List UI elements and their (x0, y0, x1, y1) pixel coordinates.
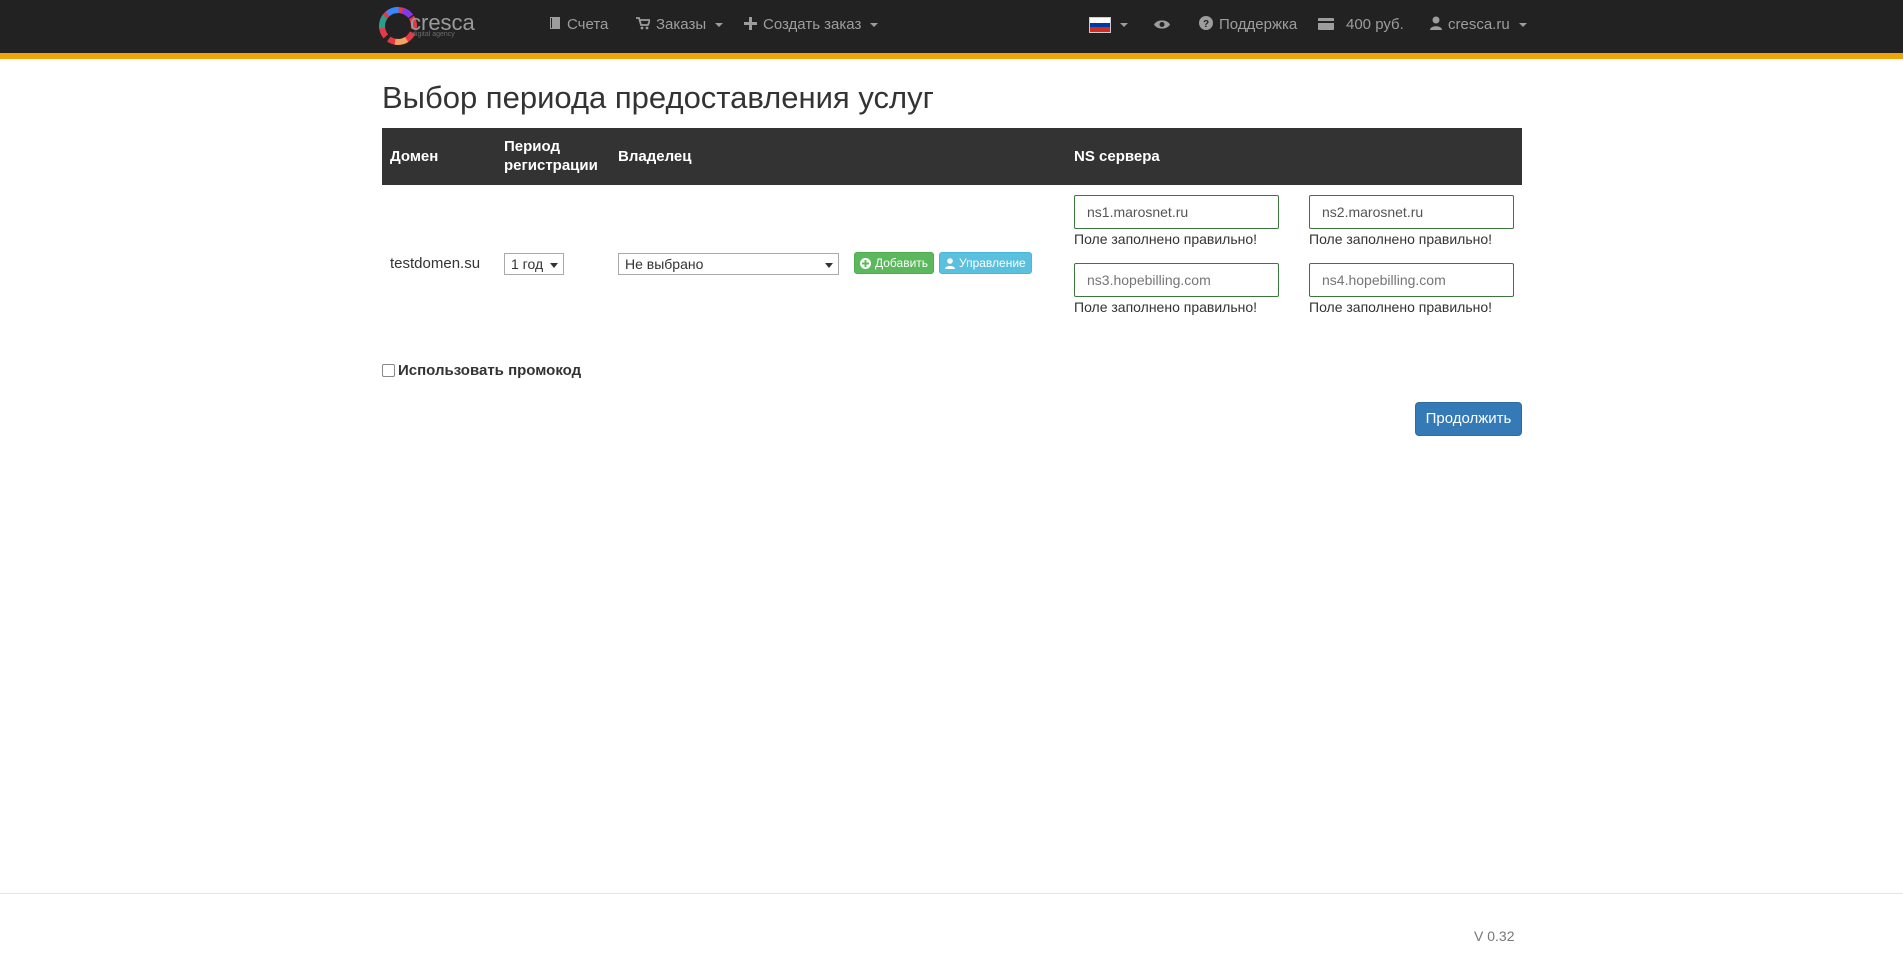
question-circle-icon: ? (1199, 0, 1213, 50)
navbar-accent-bar (0, 53, 1903, 59)
chevron-down-icon (550, 263, 558, 268)
book-icon (549, 0, 561, 50)
chevron-down-icon (715, 23, 724, 27)
header-period-line2: регистрации (504, 157, 598, 174)
owner-select-value: Не выбрано (625, 256, 704, 272)
preview-toggle[interactable] (1154, 0, 1170, 50)
promo-label[interactable]: Использовать промокод (398, 362, 581, 379)
plus-icon (744, 0, 757, 50)
user-icon (945, 257, 955, 269)
chevron-down-icon (1120, 23, 1128, 27)
promo-checkbox[interactable] (382, 364, 395, 377)
header-ns: NS сервера (1074, 148, 1160, 165)
chevron-down-icon (825, 263, 833, 268)
ns2-input[interactable] (1309, 195, 1514, 229)
owner-select[interactable]: Не выбрано (618, 253, 839, 275)
chevron-down-icon (870, 23, 879, 27)
nav-orders-label: Заказы (656, 16, 707, 33)
language-switcher[interactable] (1089, 0, 1128, 50)
footer-divider (0, 893, 1903, 894)
ns4-input[interactable] (1309, 263, 1514, 297)
ns3-input[interactable] (1074, 263, 1279, 297)
russian-flag-icon (1089, 17, 1111, 33)
credit-card-icon (1318, 0, 1334, 50)
nav-accounts-label: Счета (567, 16, 609, 33)
header-domain: Домен (390, 148, 439, 165)
nav-support[interactable]: ? Поддержка (1199, 0, 1297, 50)
ns2-help: Поле заполнено правильно! (1309, 231, 1493, 247)
nav-accounts[interactable]: Счета (549, 0, 608, 50)
manage-owner-label: Управление (959, 256, 1026, 270)
app-version: V 0.32 (1474, 928, 1515, 944)
ns4-help: Поле заполнено правильно! (1309, 299, 1493, 315)
brand-tagline: digital agency (412, 31, 455, 38)
user-icon (1430, 0, 1442, 50)
top-navbar: cresca digital agency Счета Заказы Созда… (0, 0, 1903, 53)
eye-icon (1154, 0, 1170, 50)
continue-button[interactable]: Продолжить (1415, 402, 1522, 436)
header-owner: Владелец (618, 148, 692, 165)
nav-balance[interactable]: 400 руб. (1318, 0, 1404, 50)
header-period-line1: Период (504, 138, 560, 155)
period-select-value: 1 год (511, 256, 544, 272)
domain-name: testdomen.su (390, 255, 481, 272)
cart-icon (636, 0, 652, 50)
nav-create-order[interactable]: Создать заказ (744, 0, 879, 50)
manage-owner-button[interactable]: Управление (939, 252, 1032, 274)
add-owner-label: Добавить (875, 256, 929, 270)
nav-orders[interactable]: Заказы (636, 0, 724, 50)
nav-balance-label: 400 руб. (1346, 16, 1404, 33)
header-period: Период регистрации (504, 137, 598, 175)
add-owner-button[interactable]: Добавить (854, 252, 935, 274)
plus-circle-icon (860, 257, 871, 269)
period-select[interactable]: 1 год (504, 253, 564, 275)
ns1-help: Поле заполнено правильно! (1074, 231, 1258, 247)
nav-user-label: cresca.ru (1448, 16, 1510, 33)
table-row: testdomen.su 1 год Не выбрано Добавить У… (382, 185, 1522, 325)
page-title: Выбор периода предоставления услуг (382, 80, 934, 115)
ns3-help: Поле заполнено правильно! (1074, 299, 1258, 315)
table-header: Домен Период регистрации Владелец NS сер… (382, 128, 1522, 185)
nav-support-label: Поддержка (1219, 16, 1298, 33)
ns1-input[interactable] (1074, 195, 1279, 229)
nav-create-order-label: Создать заказ (763, 16, 862, 33)
svg-text:?: ? (1203, 19, 1209, 30)
chevron-down-icon (1518, 23, 1527, 27)
nav-user-menu[interactable]: cresca.ru (1430, 0, 1527, 50)
